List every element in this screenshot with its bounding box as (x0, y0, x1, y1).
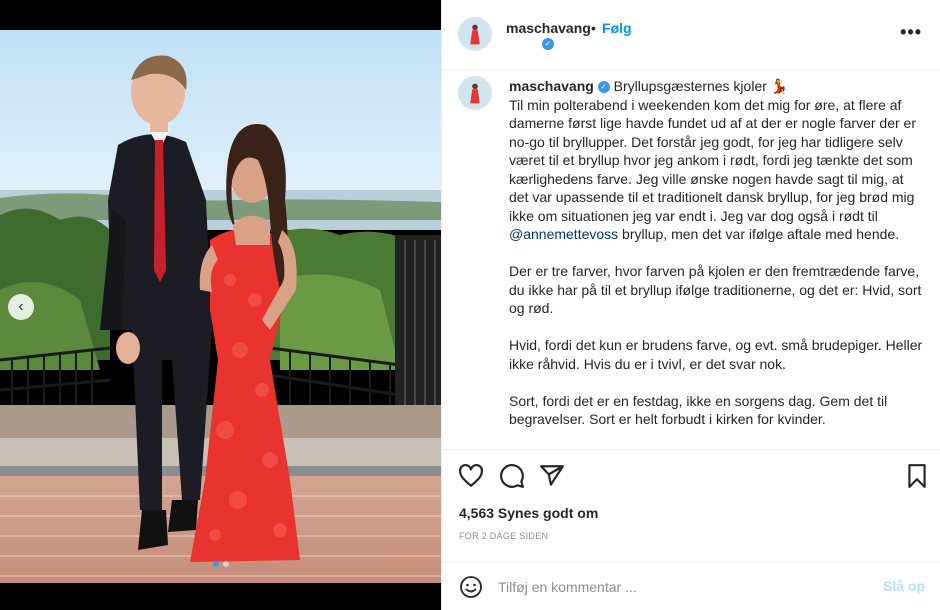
username[interactable]: maschavang (506, 20, 591, 36)
mention-link[interactable]: @annemettevoss (509, 226, 618, 242)
photo-illustration (0, 30, 441, 583)
comments-area[interactable]: maschavang ✓ Bryllupsgæsternes kjoler 💃 … (442, 70, 940, 450)
avatar[interactable] (458, 76, 492, 110)
more-options-icon[interactable]: ••• (900, 22, 922, 43)
carousel-dot (222, 561, 229, 567)
chevron-left-icon: ‹ (18, 298, 24, 315)
caption-paragraph: Hvid, fordi det kun er brudens farve, og… (509, 337, 923, 372)
caption-paragraph: bryllup, men det var ifølge aftale med h… (618, 226, 900, 242)
dancer-emoji-icon: 💃 (770, 78, 789, 94)
post-photo[interactable] (0, 30, 441, 583)
avatar[interactable] (458, 17, 492, 51)
heart-icon[interactable] (458, 463, 484, 489)
carousel-indicator (0, 561, 441, 567)
carousel-dot (212, 561, 219, 567)
carousel-prev-button[interactable]: ‹ (8, 294, 34, 320)
emoji-icon[interactable] (459, 575, 483, 599)
post-comment-button[interactable]: Slå op (883, 578, 925, 594)
caption-username[interactable]: maschavang (509, 78, 594, 94)
post-header: maschavang ✓ • Følg ••• (442, 0, 940, 70)
verified-badge-icon: ✓ (597, 81, 610, 94)
caption-paragraph: Der er tre farver, hvor farven på kjolen… (509, 263, 922, 316)
add-comment-bar: Slå op (442, 562, 940, 610)
verified-badge-icon: ✓ (542, 38, 554, 50)
action-bar (442, 455, 940, 495)
post-timestamp[interactable]: FOR 2 DAGE SIDEN (459, 531, 548, 541)
likes-count[interactable]: 4,563 Synes godt om (459, 505, 598, 521)
caption-paragraph: Til min polterabend i weekenden kom det … (509, 96, 917, 224)
separator-dot: • (591, 20, 596, 36)
follow-button[interactable]: Følg (602, 20, 632, 36)
post-panel: maschavang ✓ • Følg ••• maschavang ✓ Bry… (441, 0, 940, 610)
bookmark-icon[interactable] (904, 463, 930, 489)
share-icon[interactable] (539, 463, 565, 489)
caption-title: Bryllupsgæsternes kjoler (613, 78, 767, 94)
comment-icon[interactable] (499, 463, 525, 489)
post-media: ‹ (0, 0, 441, 610)
post-caption: maschavang ✓ Bryllupsgæsternes kjoler 💃 … (509, 77, 924, 447)
caption-paragraph: Sort, fordi det er en festdag, ikke en s… (509, 392, 888, 428)
comment-input[interactable] (498, 576, 858, 598)
